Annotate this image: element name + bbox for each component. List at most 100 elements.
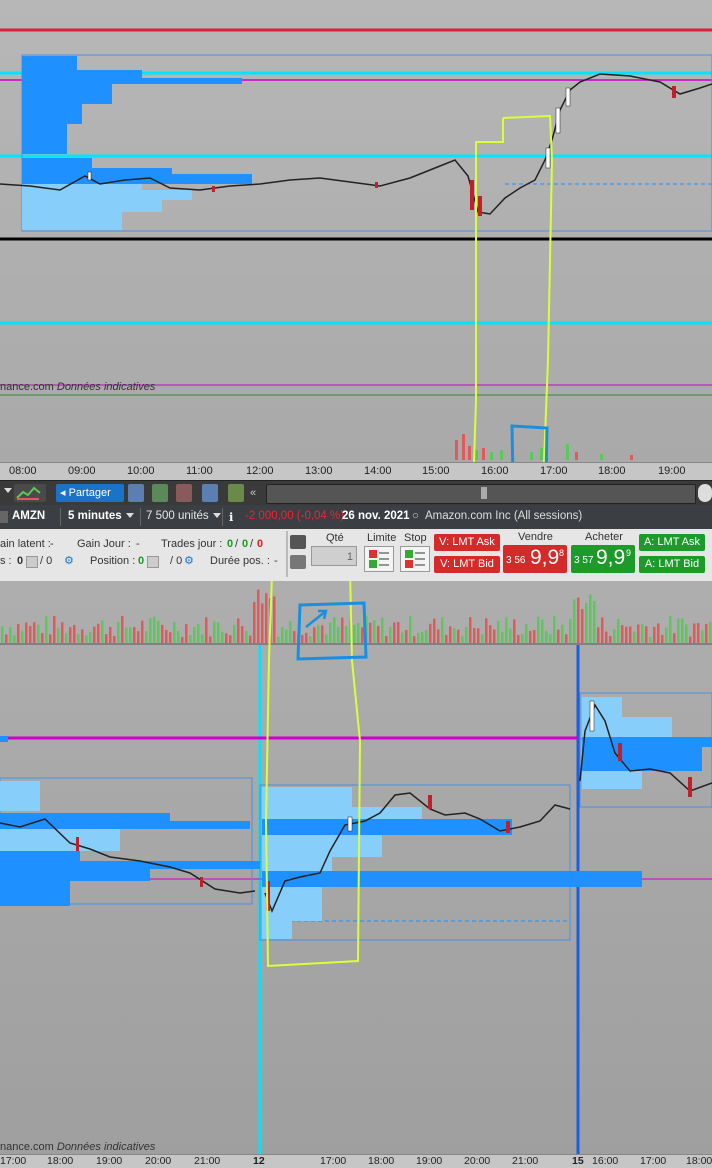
volume-bar — [85, 635, 88, 643]
indicator-icon[interactable] — [14, 484, 46, 502]
volume-bar — [453, 628, 456, 643]
volume-bar — [685, 624, 688, 643]
settings-gear-icon[interactable]: ⚙ — [184, 554, 194, 567]
volume-bar — [449, 626, 452, 643]
keyboard-icon[interactable] — [290, 555, 306, 569]
zoom-icon[interactable] — [698, 484, 712, 502]
volume-bar — [569, 618, 572, 643]
info-icon[interactable]: ℹ — [229, 510, 233, 524]
toolbar-caret[interactable] — [0, 484, 12, 502]
volume-bar — [705, 623, 708, 643]
day-gain-value: - — [136, 538, 140, 550]
units-value: 7 500 unités — [146, 510, 209, 522]
volume-bar — [57, 627, 60, 643]
buy-price-big: 9,9 — [596, 546, 626, 569]
latent-label: ain latent : — [0, 538, 51, 550]
volume-bar — [129, 627, 132, 643]
volume-bar — [577, 597, 580, 643]
qty-label: Qté — [326, 532, 344, 544]
timeframe-select[interactable]: 5 minutes — [68, 510, 134, 522]
volume-bar — [469, 617, 472, 643]
volume-bar — [69, 627, 72, 643]
time-tick: 17:00 — [320, 1155, 347, 1167]
volume-bar — [481, 634, 484, 643]
volume-bar — [329, 622, 332, 643]
volume-bar — [345, 626, 348, 643]
buy-lmt-ask-button[interactable]: A: LMT Ask — [639, 534, 705, 551]
qty-value: 1 — [346, 551, 353, 563]
top-price-chart[interactable]: nance.com Données indicatives — [0, 0, 712, 462]
volume-bar — [137, 631, 140, 643]
buy-market-button[interactable]: 3 57 9,9 9 — [571, 545, 635, 573]
volume-bar — [373, 620, 376, 643]
time-tick: 11:00 — [186, 465, 213, 477]
close-x-icon[interactable] — [147, 556, 159, 568]
volume-bar — [217, 622, 220, 643]
time-tick: 14:00 — [364, 465, 392, 477]
volume-bar — [573, 599, 576, 643]
chart-window-icon[interactable] — [202, 484, 218, 502]
buy-lmt-bid-button[interactable]: A: LMT Bid — [639, 556, 705, 573]
close-x-icon[interactable] — [26, 556, 38, 568]
wrench-icon[interactable] — [290, 535, 306, 549]
volume-bar — [417, 632, 420, 643]
volume-bar — [501, 631, 504, 643]
qty-input[interactable]: 1 — [311, 546, 357, 566]
volume-bar — [565, 634, 568, 643]
volume-bar — [153, 616, 156, 643]
sell-market-button[interactable]: 3 56 9,9 8 — [503, 545, 567, 573]
volume-bar — [325, 634, 328, 643]
pin-icon[interactable] — [0, 511, 8, 523]
sell-lmt-ask-button[interactable]: V: LMT Ask — [434, 534, 500, 551]
volume-bar — [197, 624, 200, 643]
scroll-left-button[interactable]: « — [250, 484, 262, 502]
buy-price-pip: 9 — [626, 548, 632, 558]
limit-label: Limite — [367, 532, 397, 544]
list-icon[interactable] — [152, 484, 168, 502]
time-scrollbar[interactable] — [266, 484, 696, 504]
stop-order-button[interactable] — [400, 546, 430, 572]
volume-bar — [213, 621, 216, 643]
volume-bar — [585, 602, 588, 643]
volume-bar — [437, 629, 440, 643]
share-icon: ◂ — [60, 487, 66, 499]
time-tick: 21:00 — [194, 1155, 221, 1167]
volume-bar — [401, 632, 404, 643]
volume-bar — [641, 624, 644, 643]
symbol-label[interactable]: AMZN — [12, 510, 45, 522]
volume-bar — [101, 620, 104, 643]
volume-bar — [637, 624, 640, 643]
grid-icon[interactable] — [176, 484, 192, 502]
units-select[interactable]: 7 500 unités — [146, 510, 221, 522]
volume-bar — [653, 626, 656, 643]
stop-label: Stop — [404, 532, 427, 544]
settings-gear-icon[interactable]: ⚙ — [64, 554, 74, 567]
volume-bar — [621, 625, 624, 643]
volume-bar — [409, 615, 412, 643]
volume-bar — [221, 631, 224, 643]
scrollbar-thumb[interactable] — [481, 487, 487, 499]
limit-order-button[interactable] — [364, 546, 394, 572]
order-panel: ain latent : - Gain Jour : - Trades jour… — [0, 529, 712, 582]
volume-bar — [193, 626, 196, 643]
volume-bar — [369, 622, 372, 643]
volume-bar — [289, 621, 292, 643]
volume-bar — [177, 631, 180, 643]
tools-icon[interactable] — [228, 484, 244, 502]
volume-bar — [693, 623, 696, 643]
volume-bar — [465, 626, 468, 643]
volume-bar — [37, 624, 40, 643]
volume-bar — [357, 623, 360, 643]
volume-bar — [33, 622, 36, 643]
window-icon[interactable] — [128, 484, 144, 502]
bottom-price-chart[interactable]: nance.com Données indicatives — [0, 581, 712, 1154]
sell-lmt-bid-button[interactable]: V: LMT Bid — [434, 556, 500, 573]
row2-value: 0 — [17, 555, 24, 567]
share-button[interactable]: ◂ Partager — [56, 484, 124, 514]
volume-bar — [597, 627, 600, 643]
volume-bar — [277, 636, 280, 643]
volume-bar — [485, 618, 488, 643]
time-tick: 19:00 — [658, 465, 686, 477]
volume-bar — [241, 626, 244, 643]
volume-bar — [245, 630, 248, 643]
